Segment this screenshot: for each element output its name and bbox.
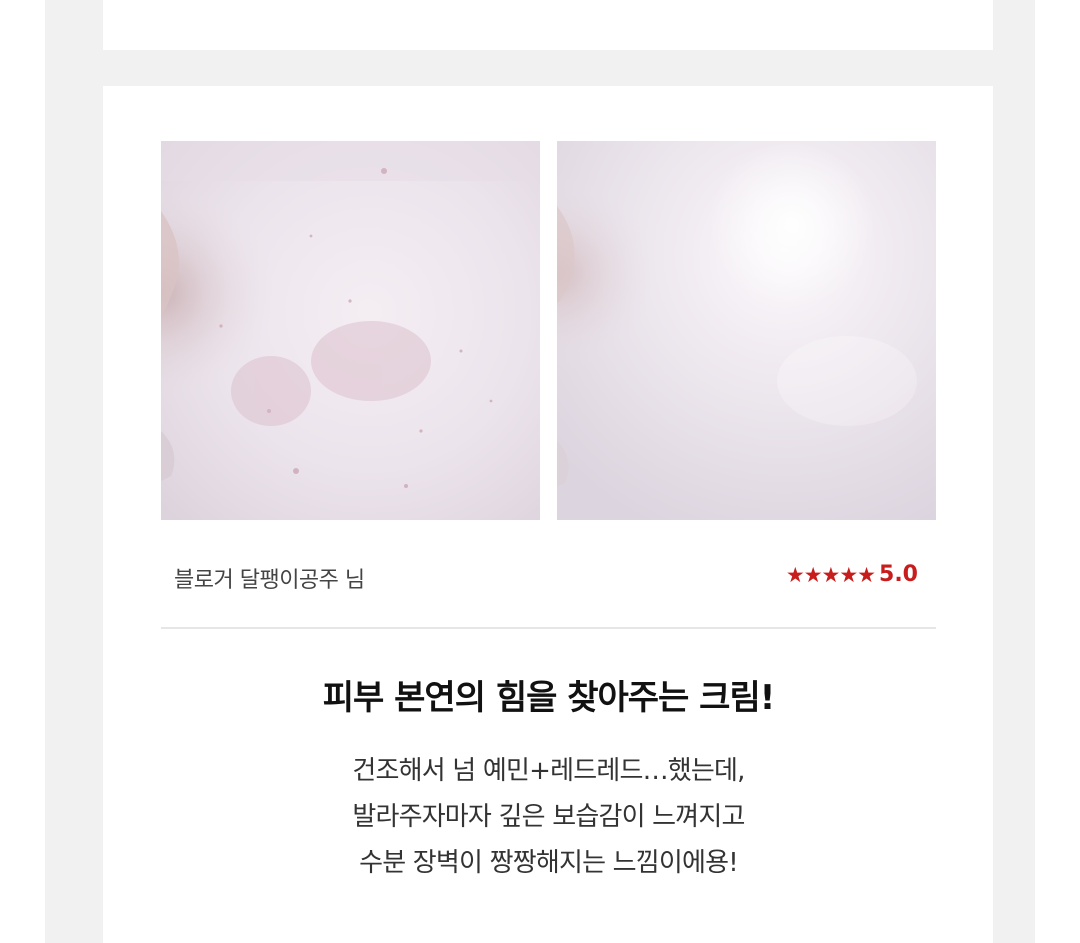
rating-score: 5.0: [879, 562, 918, 587]
review-headline: 피부 본연의 힘을 찾아주는 크림!: [322, 678, 776, 718]
rating: ★★★★★ 5.0: [786, 562, 918, 587]
divider: [161, 627, 936, 629]
reviewer-name: 블로거 달팽이공주 님: [174, 568, 365, 593]
star-rating-icon: ★★★★★: [785, 562, 876, 587]
review-page: 블로거 달팽이공주 님 ★★★★★ 5.0 피부 본연의 힘을 찾아주는 크림!…: [0, 0, 1080, 943]
previous-review-card: [103, 0, 993, 50]
review-body-line: 수분 장벽이 짱짱해지는 느낌이에용!: [359, 848, 739, 878]
review-body-line: 발라주자마자 깊은 보습감이 느껴지고: [352, 802, 745, 832]
before-skin-photo: [161, 141, 540, 520]
review-body: 건조해서 넘 예민+레드레드…했는데, 발라주자마자 깊은 보습감이 느껴지고 …: [161, 748, 936, 886]
review-body-line: 건조해서 넘 예민+레드레드…했는데,: [352, 756, 745, 786]
after-skin-photo: [557, 141, 936, 520]
